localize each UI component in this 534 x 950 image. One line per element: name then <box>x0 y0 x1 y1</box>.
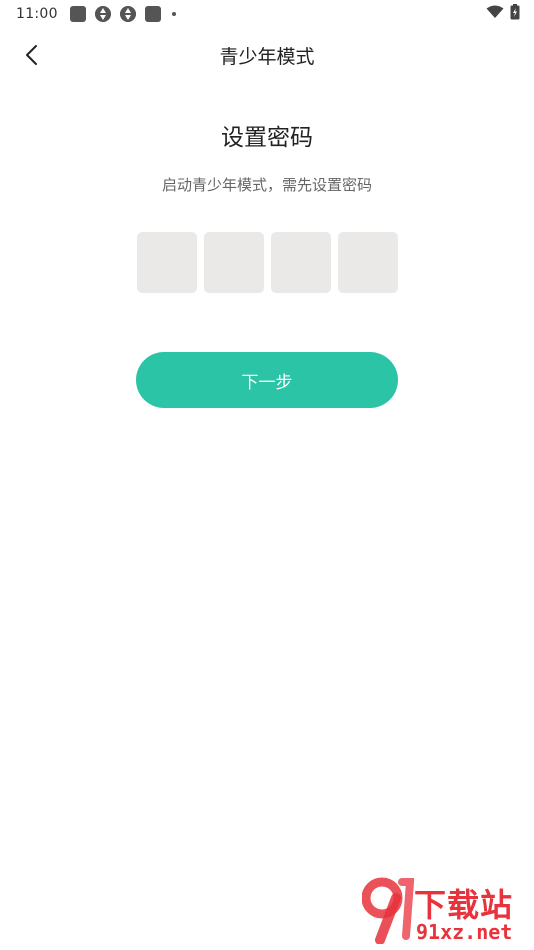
teen-mode-password-screen: 11:00 青少年模式 设置密码 启动青少年模式，需先设置密码 下一步 下载站 … <box>0 0 534 950</box>
pin-digit-2[interactable] <box>204 232 264 293</box>
notification-square-icon <box>69 6 86 22</box>
notification-square-icon <box>144 6 161 22</box>
pin-digit-4[interactable] <box>338 232 398 293</box>
app-header: 青少年模式 <box>0 28 534 84</box>
battery-charging-icon <box>510 4 520 24</box>
set-password-description: 启动青少年模式，需先设置密码 <box>161 176 372 194</box>
status-time: 11:00 <box>16 6 58 22</box>
status-bar: 11:00 <box>0 0 534 28</box>
notification-aperture-icon <box>119 6 136 22</box>
pin-input-group <box>137 232 398 293</box>
pin-digit-1[interactable] <box>137 232 197 293</box>
notification-aperture-icon <box>94 6 111 22</box>
system-status-icons <box>486 4 520 24</box>
notification-dot-icon <box>171 12 176 16</box>
watermark-url: 91xz.net <box>416 920 513 944</box>
watermark-logo-icon <box>361 876 415 948</box>
notification-icons <box>69 6 176 22</box>
set-password-heading: 设置密码 <box>221 125 313 151</box>
pin-digit-3[interactable] <box>271 232 331 293</box>
wifi-icon <box>486 5 504 23</box>
page-title: 青少年模式 <box>219 46 315 68</box>
watermark: 下载站 91xz.net <box>354 870 534 950</box>
next-step-button[interactable]: 下一步 <box>136 352 398 408</box>
